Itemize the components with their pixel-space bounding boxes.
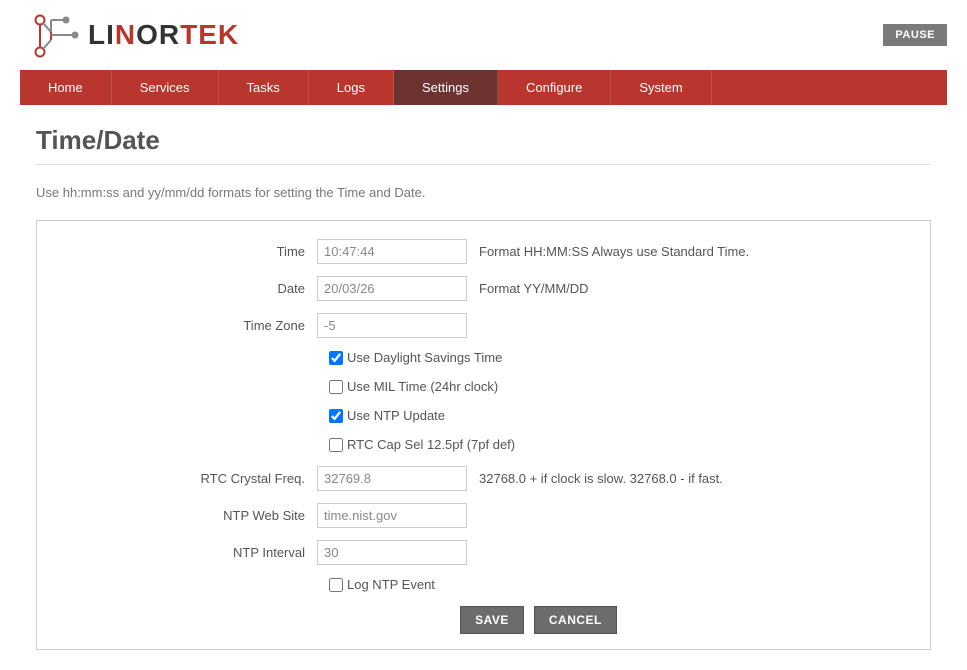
time-help: Format HH:MM:SS Always use Standard Time…: [467, 244, 749, 259]
log-ntp-checkbox-label[interactable]: Log NTP Event: [347, 577, 435, 592]
timezone-label: Time Zone: [57, 318, 317, 333]
page-title: Time/Date: [36, 125, 931, 165]
dst-checkbox[interactable]: [329, 351, 343, 365]
pause-button[interactable]: PAUSE: [883, 24, 947, 46]
mil-time-checkbox-label[interactable]: Use MIL Time (24hr clock): [347, 379, 498, 394]
rtc-freq-input[interactable]: [317, 466, 467, 491]
rtc-cap-checkbox[interactable]: [329, 438, 343, 452]
date-input[interactable]: [317, 276, 467, 301]
date-label: Date: [57, 281, 317, 296]
brand-text: LINORTEK: [88, 19, 239, 51]
logo-icon: [30, 10, 80, 60]
ntp-interval-input[interactable]: [317, 540, 467, 565]
nav-logs[interactable]: Logs: [309, 70, 394, 105]
page-hint: Use hh:mm:ss and yy/mm/dd formats for se…: [36, 185, 931, 200]
main-nav: Home Services Tasks Logs Settings Config…: [20, 70, 947, 105]
rtc-freq-help: 32768.0 + if clock is slow. 32768.0 - if…: [467, 471, 723, 486]
time-label: Time: [57, 244, 317, 259]
ntp-web-label: NTP Web Site: [57, 508, 317, 523]
nav-configure[interactable]: Configure: [498, 70, 611, 105]
log-ntp-checkbox[interactable]: [329, 578, 343, 592]
ntp-update-checkbox[interactable]: [329, 409, 343, 423]
timezone-input[interactable]: [317, 313, 467, 338]
nav-system[interactable]: System: [611, 70, 711, 105]
form-panel: Time Format HH:MM:SS Always use Standard…: [36, 220, 931, 650]
rtc-cap-checkbox-label[interactable]: RTC Cap Sel 12.5pf (7pf def): [347, 437, 515, 452]
rtc-freq-label: RTC Crystal Freq.: [57, 471, 317, 486]
mil-time-checkbox[interactable]: [329, 380, 343, 394]
nav-home[interactable]: Home: [20, 70, 112, 105]
dst-checkbox-label[interactable]: Use Daylight Savings Time: [347, 350, 502, 365]
ntp-interval-label: NTP Interval: [57, 545, 317, 560]
nav-settings[interactable]: Settings: [394, 70, 498, 105]
time-input[interactable]: [317, 239, 467, 264]
cancel-button[interactable]: CANCEL: [534, 606, 617, 634]
nav-services[interactable]: Services: [112, 70, 219, 105]
date-help: Format YY/MM/DD: [467, 281, 589, 296]
ntp-web-input[interactable]: [317, 503, 467, 528]
header: LINORTEK PAUSE: [0, 0, 967, 70]
ntp-update-checkbox-label[interactable]: Use NTP Update: [347, 408, 445, 423]
save-button[interactable]: SAVE: [460, 606, 524, 634]
nav-tasks[interactable]: Tasks: [219, 70, 309, 105]
logo: LINORTEK: [30, 10, 239, 60]
